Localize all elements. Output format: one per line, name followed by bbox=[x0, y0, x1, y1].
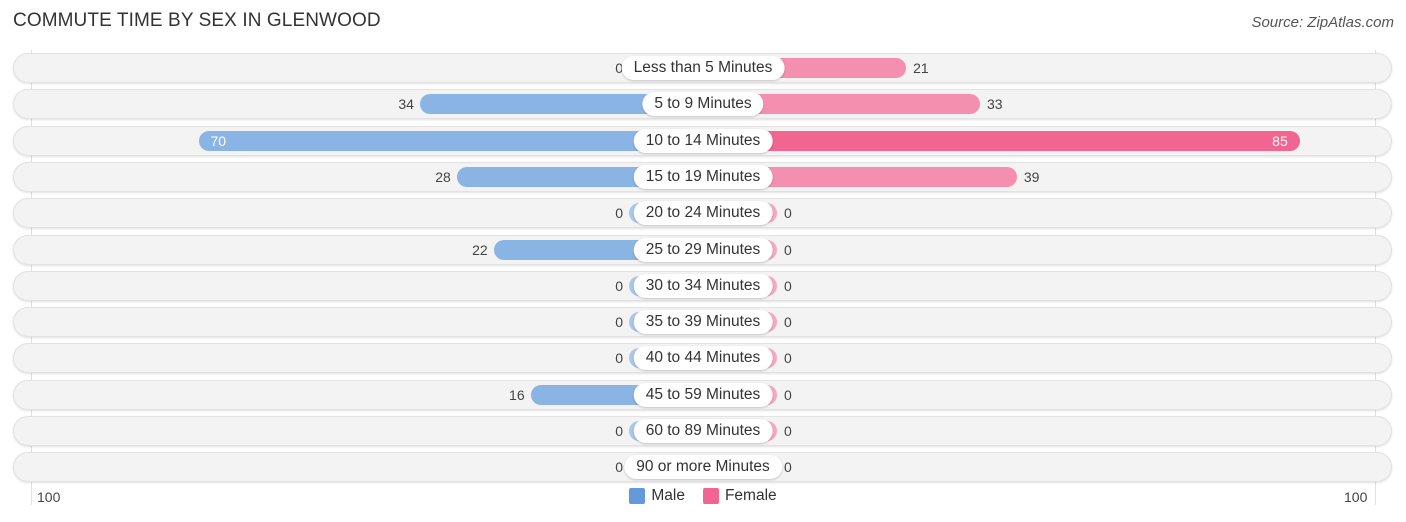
source-label: Source: ZipAtlas.com bbox=[1251, 14, 1394, 31]
category-label: 60 to 89 Minutes bbox=[633, 419, 773, 443]
legend: Male Female bbox=[0, 487, 1406, 505]
legend-label-male: Male bbox=[651, 487, 685, 504]
value-label-female: 0 bbox=[784, 386, 792, 403]
value-label-male: 0 bbox=[615, 205, 623, 222]
category-label: 30 to 34 Minutes bbox=[633, 273, 773, 298]
legend-label-female: Female bbox=[724, 487, 777, 504]
category-label: 10 to 14 Minutes bbox=[633, 128, 773, 153]
category-label: Less than 5 Minutes bbox=[621, 56, 785, 80]
value-label-female: 21 bbox=[913, 60, 929, 76]
value-label-male: 0 bbox=[615, 459, 623, 476]
value-label-female: 0 bbox=[784, 205, 792, 222]
value-label-male: 70 bbox=[210, 132, 227, 149]
legend-swatch-male bbox=[629, 488, 646, 504]
value-label-male: 0 bbox=[615, 423, 623, 439]
value-label-male: 0 bbox=[615, 277, 623, 294]
chart-title: COMMUTE TIME BY SEX IN GLENWOOD bbox=[13, 10, 381, 31]
value-label-female: 0 bbox=[784, 314, 792, 331]
value-label-female: 0 bbox=[784, 350, 792, 367]
value-label-female: 0 bbox=[784, 459, 792, 476]
value-label-male: 0 bbox=[615, 350, 623, 367]
category-label: 20 to 24 Minutes bbox=[633, 201, 773, 226]
value-label-male: 22 bbox=[472, 241, 488, 258]
legend-item-male[interactable]: Male bbox=[629, 487, 685, 505]
value-label-female: 0 bbox=[784, 277, 792, 294]
legend-item-female[interactable]: Female bbox=[702, 487, 777, 505]
value-label-female: 0 bbox=[784, 241, 792, 258]
value-label-male: 0 bbox=[615, 314, 623, 331]
category-label: 40 to 44 Minutes bbox=[633, 346, 773, 371]
category-label: 5 to 9 Minutes bbox=[642, 92, 764, 117]
category-label: 15 to 19 Minutes bbox=[633, 164, 773, 189]
category-label: 35 to 39 Minutes bbox=[633, 310, 773, 335]
value-label-female: 85 bbox=[1272, 132, 1288, 149]
value-label-male: 34 bbox=[398, 96, 414, 113]
legend-swatch-female bbox=[702, 488, 719, 504]
value-label-male: 16 bbox=[509, 386, 525, 403]
value-label-female: 0 bbox=[784, 423, 792, 439]
value-label-female: 33 bbox=[986, 96, 1003, 113]
value-label-female: 39 bbox=[1023, 168, 1040, 185]
category-label: 90 or more Minutes bbox=[624, 455, 782, 480]
value-label-male: 28 bbox=[435, 168, 451, 185]
category-label: 25 to 29 Minutes bbox=[633, 237, 773, 262]
bar-female[interactable] bbox=[703, 130, 1300, 151]
bar-male[interactable] bbox=[198, 130, 703, 151]
category-label: 45 to 59 Minutes bbox=[633, 382, 773, 407]
